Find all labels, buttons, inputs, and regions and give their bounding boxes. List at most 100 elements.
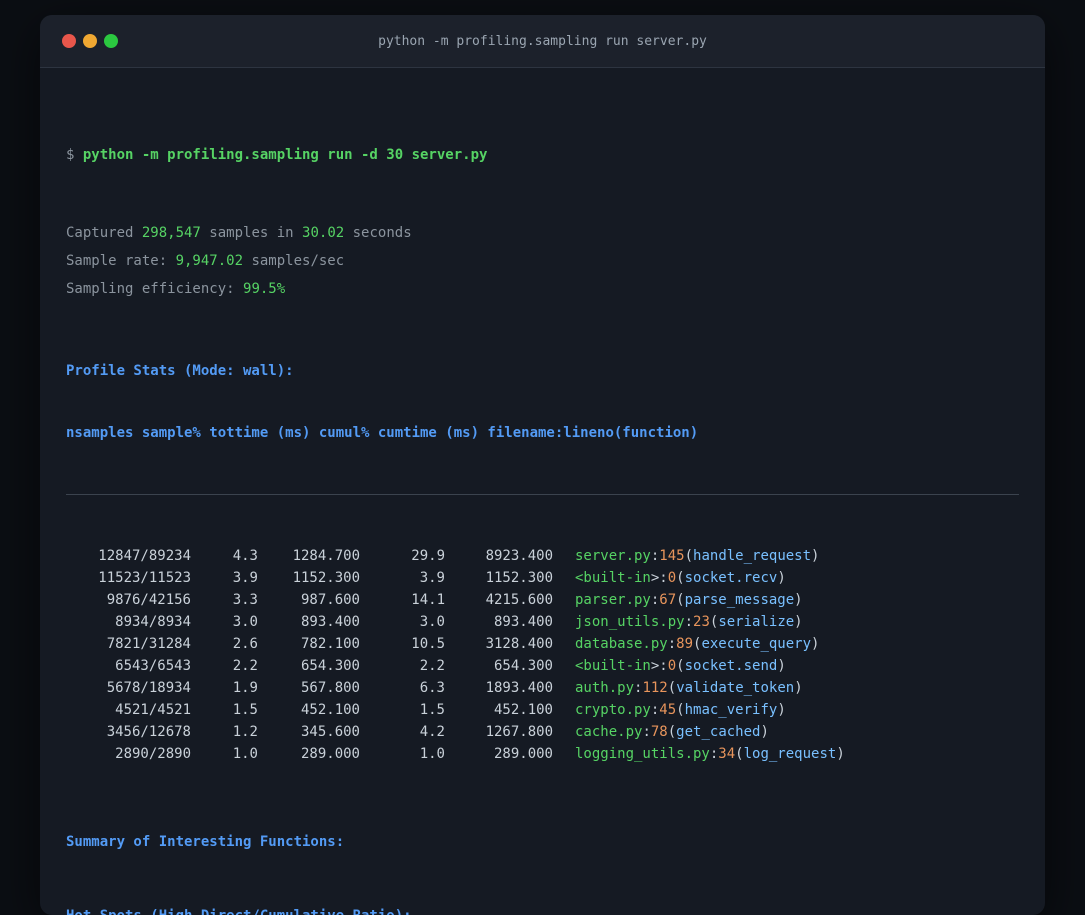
text-segment: samples/sec bbox=[243, 253, 345, 269]
stats-cell: 987.600 bbox=[300, 592, 360, 608]
text-segment: parser.py bbox=[575, 592, 651, 608]
stats-cell: 11523/11523 bbox=[98, 570, 191, 586]
text-segment: 99.5% bbox=[243, 281, 286, 297]
stats-cell: 345.600 bbox=[300, 724, 360, 740]
stats-location-cell: crypto.py:45(hmac_verify) bbox=[553, 699, 786, 721]
capture-info: Captured 298,547 samples in 30.02 second… bbox=[66, 223, 1019, 299]
terminal-content[interactable]: $ python -m profiling.sampling run -d 30… bbox=[40, 68, 1045, 915]
text-segment: 45 bbox=[659, 702, 677, 718]
stats-cell: 2.2 bbox=[232, 658, 258, 674]
info-line: Captured 298,547 samples in 30.02 second… bbox=[66, 223, 1019, 243]
text-segment: : bbox=[667, 636, 677, 652]
stats-location-cell: database.py:89(execute_query) bbox=[553, 633, 819, 655]
text-segment: : bbox=[642, 724, 651, 740]
window-title: python -m profiling.sampling run server.… bbox=[378, 33, 707, 49]
close-button[interactable] bbox=[62, 34, 76, 48]
stats-cell: 6.3 bbox=[419, 680, 445, 696]
stats-location-cell: server.py:145(handle_request) bbox=[553, 545, 819, 567]
text-segment: ) bbox=[777, 570, 786, 586]
stats-location-cell: parser.py:67(parse_message) bbox=[553, 589, 803, 611]
text-segment: logging_utils.py bbox=[575, 746, 710, 762]
text-segment: ) bbox=[794, 592, 803, 608]
text-segment: 67 bbox=[659, 592, 677, 608]
text-segment: >: bbox=[650, 570, 668, 586]
stats-table: 12847/89234 4.3 1284.700 29.9 8923.400 server… bbox=[66, 545, 1019, 765]
stats-cell: 2.6 bbox=[232, 636, 258, 652]
stats-cell: 3456/12678 bbox=[106, 724, 191, 740]
stats-row: 6543/6543 2.2 654.300 2.2 654.300 <built-in>:… bbox=[66, 655, 1019, 677]
summary-heading: Summary of Interesting Functions: bbox=[66, 834, 345, 850]
text-segment: ( bbox=[667, 724, 677, 740]
text-segment: 145 bbox=[659, 548, 685, 564]
stats-cell: 8934/8934 bbox=[115, 614, 191, 630]
stats-row: 11523/11523 3.9 1152.300 3.9 1152.300 <built-… bbox=[66, 567, 1019, 589]
text-segment: 89 bbox=[676, 636, 694, 652]
text-segment: ( bbox=[676, 570, 685, 586]
stats-cell: 567.800 bbox=[300, 680, 360, 696]
table-divider bbox=[66, 494, 1019, 495]
stats-row: 9876/42156 3.3 987.600 14.1 4215.600 parser.p… bbox=[66, 589, 1019, 611]
stats-cell: 289.000 bbox=[300, 746, 360, 762]
text-segment: 298,547 bbox=[141, 225, 201, 241]
stats-cell: 4215.600 bbox=[485, 592, 553, 608]
text-segment: ( bbox=[735, 746, 744, 762]
stats-cell: 9876/42156 bbox=[106, 592, 191, 608]
stats-cell: 5678/18934 bbox=[106, 680, 191, 696]
stats-cell: 1.0 bbox=[232, 746, 258, 762]
text-segment: serialize bbox=[718, 614, 795, 630]
stats-cell: 1267.800 bbox=[485, 724, 553, 740]
text-segment: <built-in bbox=[575, 658, 651, 674]
text-segment: ) bbox=[794, 680, 803, 696]
text-segment: get_cached bbox=[676, 724, 761, 740]
stats-cell: 782.100 bbox=[300, 636, 360, 652]
stats-cell: 1.5 bbox=[419, 702, 445, 718]
text-segment: : bbox=[684, 614, 694, 630]
stats-table-header: nsamples sample% tottime (ms) cumul% cum… bbox=[66, 425, 699, 441]
stats-cell: 2.2 bbox=[419, 658, 445, 674]
stats-cell: 3.9 bbox=[232, 570, 258, 586]
text-segment: >: bbox=[650, 658, 668, 674]
stats-location-cell: json_utils.py:23(serialize) bbox=[553, 611, 803, 633]
text-segment: Sample rate: bbox=[66, 253, 176, 269]
stats-cell: 3.0 bbox=[419, 614, 445, 630]
info-line: Sampling efficiency: 99.5% bbox=[66, 279, 1019, 299]
stats-location-cell: <built-in>:0(socket.send) bbox=[553, 655, 786, 677]
text-segment: 23 bbox=[693, 614, 710, 630]
text-segment: socket.recv bbox=[684, 570, 778, 586]
window-titlebar[interactable]: python -m profiling.sampling run server.… bbox=[40, 15, 1045, 68]
stats-cell: 4521/4521 bbox=[115, 702, 191, 718]
stats-cell: 12847/89234 bbox=[98, 548, 191, 564]
stats-row: 5678/18934 1.9 567.800 6.3 1893.400 auth.py:1… bbox=[66, 677, 1019, 699]
stats-cell: 2890/2890 bbox=[115, 746, 191, 762]
stats-cell: 4.2 bbox=[419, 724, 445, 740]
profile-stats-heading: Profile Stats (Mode: wall): bbox=[66, 363, 294, 379]
minimize-button[interactable] bbox=[83, 34, 97, 48]
stats-cell: 1152.300 bbox=[292, 570, 360, 586]
traffic-lights bbox=[62, 34, 118, 48]
stats-cell: 289.000 bbox=[493, 746, 553, 762]
text-segment: ( bbox=[667, 680, 677, 696]
stats-cell: 1284.700 bbox=[292, 548, 360, 564]
hot-spots-heading: Hot Spots (High Direct/Cumulative Ratio)… bbox=[66, 906, 1019, 915]
stats-cell: 654.300 bbox=[300, 658, 360, 674]
zoom-button[interactable] bbox=[104, 34, 118, 48]
text-segment: log_request bbox=[743, 746, 837, 762]
text-segment: ) bbox=[811, 636, 820, 652]
text-segment: cache.py bbox=[575, 724, 643, 740]
text-segment: hmac_verify bbox=[684, 702, 778, 718]
stats-cell: 14.1 bbox=[411, 592, 445, 608]
text-segment: ( bbox=[676, 592, 685, 608]
stats-location-cell: auth.py:112(validate_token) bbox=[553, 677, 803, 699]
info-line: Sample rate: 9,947.02 samples/sec bbox=[66, 251, 1019, 271]
stats-cell: 3.0 bbox=[232, 614, 258, 630]
text-segment: 0 bbox=[667, 658, 677, 674]
text-segment: ) bbox=[836, 746, 845, 762]
text-segment: json_utils.py bbox=[575, 614, 685, 630]
text-segment: auth.py bbox=[575, 680, 635, 696]
text-segment: handle_request bbox=[693, 548, 812, 564]
stats-cell: 4.3 bbox=[232, 548, 258, 564]
stats-cell: 452.100 bbox=[493, 702, 553, 718]
stats-row: 12847/89234 4.3 1284.700 29.9 8923.400 server… bbox=[66, 545, 1019, 567]
text-segment: ( bbox=[676, 658, 685, 674]
stats-cell: 452.100 bbox=[300, 702, 360, 718]
